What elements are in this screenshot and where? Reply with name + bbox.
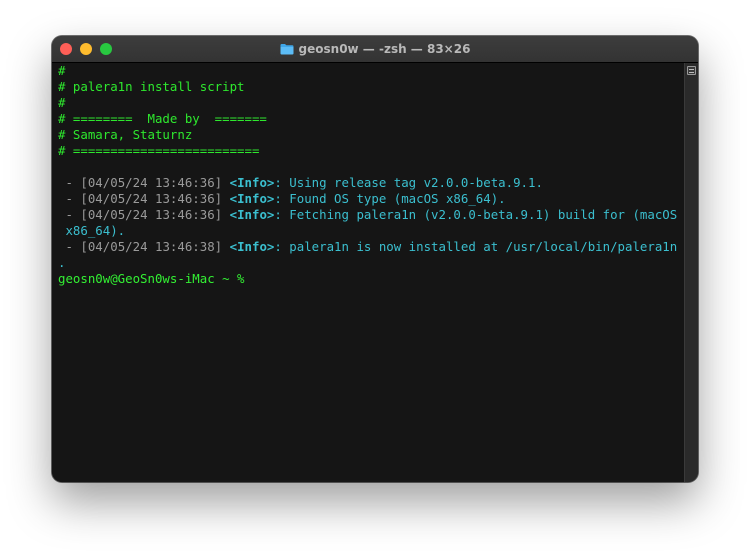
log-line: - [04/05/24 13:46:36] <Info>: Found OS t…: [58, 191, 506, 207]
log-message: palera1n is now installed at /usr/local/…: [281, 239, 678, 254]
window-title: geosn0w — -zsh — 83×26: [298, 42, 471, 56]
log-prefix: -: [58, 191, 81, 206]
shell-prompt[interactable]: geosn0w@GeoSn0ws-iMac ~ %: [58, 271, 245, 287]
log-colon: :: [274, 239, 282, 254]
header-line: # palera1n install script: [58, 79, 245, 94]
log-colon: :: [274, 207, 282, 222]
log-colon: :: [274, 191, 282, 206]
log-line: - [04/05/24 13:46:36] <Info>: Using rele…: [58, 175, 543, 191]
header-line: #: [58, 95, 66, 110]
scrollbar[interactable]: [684, 63, 698, 482]
folder-icon: [280, 44, 294, 55]
log-prefix: -: [58, 175, 81, 190]
log-message: Found OS type (macOS x86_64).: [281, 191, 506, 206]
log-timestamp: [04/05/24 13:46:38]: [80, 239, 223, 254]
log-line: - [04/05/24 13:46:36] <Info>: Fetching p…: [58, 207, 677, 223]
terminal-window: geosn0w — -zsh — 83×26 # # palera1n inst…: [52, 36, 698, 482]
log-message: Using release tag v2.0.0-beta.9.1.: [281, 175, 543, 190]
terminal-output[interactable]: # # palera1n install script # # ========…: [52, 63, 684, 482]
log-timestamp: [04/05/24 13:46:36]: [80, 191, 223, 206]
header-line: # =========================: [58, 143, 260, 158]
log-tag: <Info>: [229, 207, 275, 222]
window-title-group: geosn0w — -zsh — 83×26: [52, 36, 698, 62]
log-line-wrap: x86_64).: [58, 223, 126, 238]
log-colon: :: [274, 175, 282, 190]
log-prefix: -: [58, 207, 81, 222]
log-timestamp: [04/05/24 13:46:36]: [80, 207, 223, 222]
log-prefix: -: [58, 239, 81, 254]
log-tag: <Info>: [229, 191, 275, 206]
log-tag: <Info>: [229, 175, 275, 190]
title-bar[interactable]: geosn0w — -zsh — 83×26: [52, 36, 698, 63]
log-timestamp: [04/05/24 13:46:36]: [80, 175, 223, 190]
header-line: # Samara, Staturnz: [58, 127, 193, 142]
log-tag: <Info>: [229, 239, 275, 254]
header-line: #: [58, 63, 66, 78]
header-line: # ======== Made by =======: [58, 111, 267, 126]
log-line: - [04/05/24 13:46:38] <Info>: palera1n i…: [58, 239, 677, 255]
log-message: Fetching palera1n (v2.0.0-beta.9.1) buil…: [281, 207, 678, 222]
scroll-indicator-icon[interactable]: [687, 66, 696, 75]
log-line-wrap: .: [58, 255, 66, 270]
